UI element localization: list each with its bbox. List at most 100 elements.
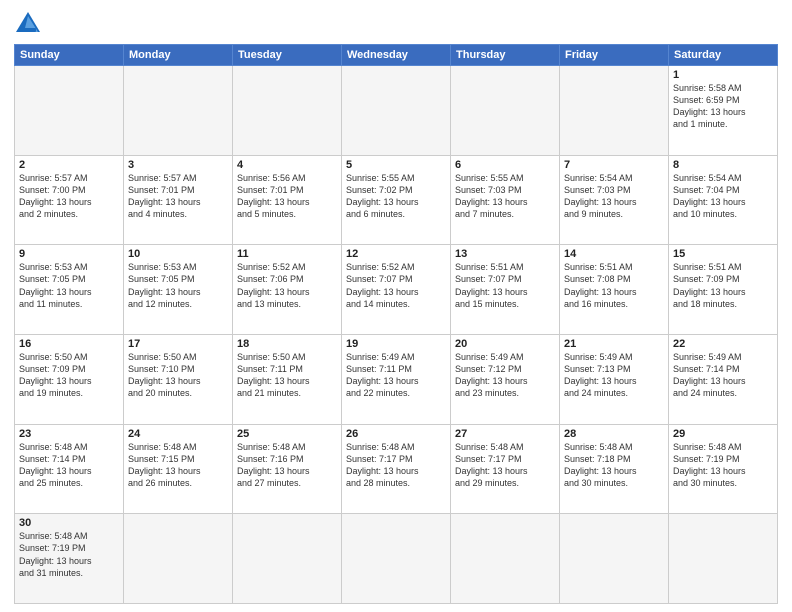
day-number: 26 xyxy=(346,428,446,440)
day-number: 19 xyxy=(346,338,446,350)
day-cell: 15Sunrise: 5:51 AM Sunset: 7:09 PM Dayli… xyxy=(669,245,778,335)
day-cell: 2Sunrise: 5:57 AM Sunset: 7:00 PM Daylig… xyxy=(15,155,124,245)
day-cell: 4Sunrise: 5:56 AM Sunset: 7:01 PM Daylig… xyxy=(233,155,342,245)
day-cell xyxy=(669,514,778,604)
day-cell xyxy=(342,514,451,604)
weekday-sunday: Sunday xyxy=(15,45,124,66)
day-info: Sunrise: 5:50 AM Sunset: 7:10 PM Dayligh… xyxy=(128,351,228,400)
day-cell: 6Sunrise: 5:55 AM Sunset: 7:03 PM Daylig… xyxy=(451,155,560,245)
day-cell xyxy=(233,66,342,156)
week-row-2: 9Sunrise: 5:53 AM Sunset: 7:05 PM Daylig… xyxy=(15,245,778,335)
day-number: 1 xyxy=(673,69,773,81)
day-cell: 19Sunrise: 5:49 AM Sunset: 7:11 PM Dayli… xyxy=(342,334,451,424)
day-info: Sunrise: 5:53 AM Sunset: 7:05 PM Dayligh… xyxy=(19,261,119,310)
day-number: 14 xyxy=(564,248,664,260)
week-row-1: 2Sunrise: 5:57 AM Sunset: 7:00 PM Daylig… xyxy=(15,155,778,245)
day-number: 25 xyxy=(237,428,337,440)
day-cell: 14Sunrise: 5:51 AM Sunset: 7:08 PM Dayli… xyxy=(560,245,669,335)
day-cell xyxy=(124,66,233,156)
day-info: Sunrise: 5:50 AM Sunset: 7:11 PM Dayligh… xyxy=(237,351,337,400)
logo-icon xyxy=(14,10,42,38)
page: SundayMondayTuesdayWednesdayThursdayFrid… xyxy=(0,0,792,612)
day-info: Sunrise: 5:49 AM Sunset: 7:13 PM Dayligh… xyxy=(564,351,664,400)
day-cell: 13Sunrise: 5:51 AM Sunset: 7:07 PM Dayli… xyxy=(451,245,560,335)
day-number: 9 xyxy=(19,248,119,260)
day-info: Sunrise: 5:48 AM Sunset: 7:14 PM Dayligh… xyxy=(19,441,119,490)
day-info: Sunrise: 5:50 AM Sunset: 7:09 PM Dayligh… xyxy=(19,351,119,400)
day-info: Sunrise: 5:48 AM Sunset: 7:19 PM Dayligh… xyxy=(673,441,773,490)
day-cell xyxy=(451,66,560,156)
day-cell: 21Sunrise: 5:49 AM Sunset: 7:13 PM Dayli… xyxy=(560,334,669,424)
day-info: Sunrise: 5:48 AM Sunset: 7:15 PM Dayligh… xyxy=(128,441,228,490)
day-number: 13 xyxy=(455,248,555,260)
day-cell xyxy=(342,66,451,156)
day-number: 4 xyxy=(237,159,337,171)
day-number: 8 xyxy=(673,159,773,171)
day-number: 16 xyxy=(19,338,119,350)
day-info: Sunrise: 5:55 AM Sunset: 7:02 PM Dayligh… xyxy=(346,172,446,221)
day-number: 7 xyxy=(564,159,664,171)
day-cell: 26Sunrise: 5:48 AM Sunset: 7:17 PM Dayli… xyxy=(342,424,451,514)
day-number: 29 xyxy=(673,428,773,440)
day-info: Sunrise: 5:49 AM Sunset: 7:11 PM Dayligh… xyxy=(346,351,446,400)
day-cell xyxy=(560,66,669,156)
day-number: 30 xyxy=(19,517,119,529)
weekday-header-row: SundayMondayTuesdayWednesdayThursdayFrid… xyxy=(15,45,778,66)
day-info: Sunrise: 5:53 AM Sunset: 7:05 PM Dayligh… xyxy=(128,261,228,310)
day-cell xyxy=(124,514,233,604)
weekday-wednesday: Wednesday xyxy=(342,45,451,66)
day-info: Sunrise: 5:57 AM Sunset: 7:00 PM Dayligh… xyxy=(19,172,119,221)
day-cell xyxy=(233,514,342,604)
day-info: Sunrise: 5:57 AM Sunset: 7:01 PM Dayligh… xyxy=(128,172,228,221)
day-info: Sunrise: 5:48 AM Sunset: 7:17 PM Dayligh… xyxy=(455,441,555,490)
weekday-saturday: Saturday xyxy=(669,45,778,66)
day-cell: 10Sunrise: 5:53 AM Sunset: 7:05 PM Dayli… xyxy=(124,245,233,335)
day-cell: 24Sunrise: 5:48 AM Sunset: 7:15 PM Dayli… xyxy=(124,424,233,514)
day-cell: 30Sunrise: 5:48 AM Sunset: 7:19 PM Dayli… xyxy=(15,514,124,604)
day-cell: 9Sunrise: 5:53 AM Sunset: 7:05 PM Daylig… xyxy=(15,245,124,335)
day-info: Sunrise: 5:55 AM Sunset: 7:03 PM Dayligh… xyxy=(455,172,555,221)
day-cell: 1Sunrise: 5:58 AM Sunset: 6:59 PM Daylig… xyxy=(669,66,778,156)
day-number: 12 xyxy=(346,248,446,260)
day-number: 6 xyxy=(455,159,555,171)
day-number: 22 xyxy=(673,338,773,350)
weekday-tuesday: Tuesday xyxy=(233,45,342,66)
day-info: Sunrise: 5:49 AM Sunset: 7:14 PM Dayligh… xyxy=(673,351,773,400)
day-cell: 29Sunrise: 5:48 AM Sunset: 7:19 PM Dayli… xyxy=(669,424,778,514)
day-cell xyxy=(560,514,669,604)
day-number: 28 xyxy=(564,428,664,440)
day-cell: 28Sunrise: 5:48 AM Sunset: 7:18 PM Dayli… xyxy=(560,424,669,514)
day-cell: 5Sunrise: 5:55 AM Sunset: 7:02 PM Daylig… xyxy=(342,155,451,245)
day-number: 24 xyxy=(128,428,228,440)
logo xyxy=(14,10,46,38)
day-info: Sunrise: 5:51 AM Sunset: 7:07 PM Dayligh… xyxy=(455,261,555,310)
day-number: 20 xyxy=(455,338,555,350)
week-row-3: 16Sunrise: 5:50 AM Sunset: 7:09 PM Dayli… xyxy=(15,334,778,424)
day-info: Sunrise: 5:56 AM Sunset: 7:01 PM Dayligh… xyxy=(237,172,337,221)
day-info: Sunrise: 5:48 AM Sunset: 7:19 PM Dayligh… xyxy=(19,530,119,579)
day-info: Sunrise: 5:52 AM Sunset: 7:07 PM Dayligh… xyxy=(346,261,446,310)
day-cell: 7Sunrise: 5:54 AM Sunset: 7:03 PM Daylig… xyxy=(560,155,669,245)
day-number: 21 xyxy=(564,338,664,350)
day-cell: 8Sunrise: 5:54 AM Sunset: 7:04 PM Daylig… xyxy=(669,155,778,245)
day-cell: 3Sunrise: 5:57 AM Sunset: 7:01 PM Daylig… xyxy=(124,155,233,245)
day-info: Sunrise: 5:48 AM Sunset: 7:18 PM Dayligh… xyxy=(564,441,664,490)
day-cell: 27Sunrise: 5:48 AM Sunset: 7:17 PM Dayli… xyxy=(451,424,560,514)
weekday-monday: Monday xyxy=(124,45,233,66)
day-number: 17 xyxy=(128,338,228,350)
week-row-0: 1Sunrise: 5:58 AM Sunset: 6:59 PM Daylig… xyxy=(15,66,778,156)
day-number: 15 xyxy=(673,248,773,260)
day-number: 27 xyxy=(455,428,555,440)
day-cell: 16Sunrise: 5:50 AM Sunset: 7:09 PM Dayli… xyxy=(15,334,124,424)
weekday-friday: Friday xyxy=(560,45,669,66)
day-info: Sunrise: 5:49 AM Sunset: 7:12 PM Dayligh… xyxy=(455,351,555,400)
day-cell: 20Sunrise: 5:49 AM Sunset: 7:12 PM Dayli… xyxy=(451,334,560,424)
week-row-4: 23Sunrise: 5:48 AM Sunset: 7:14 PM Dayli… xyxy=(15,424,778,514)
day-cell: 17Sunrise: 5:50 AM Sunset: 7:10 PM Dayli… xyxy=(124,334,233,424)
day-number: 18 xyxy=(237,338,337,350)
day-cell: 25Sunrise: 5:48 AM Sunset: 7:16 PM Dayli… xyxy=(233,424,342,514)
day-cell: 18Sunrise: 5:50 AM Sunset: 7:11 PM Dayli… xyxy=(233,334,342,424)
day-number: 3 xyxy=(128,159,228,171)
day-info: Sunrise: 5:48 AM Sunset: 7:17 PM Dayligh… xyxy=(346,441,446,490)
day-info: Sunrise: 5:52 AM Sunset: 7:06 PM Dayligh… xyxy=(237,261,337,310)
